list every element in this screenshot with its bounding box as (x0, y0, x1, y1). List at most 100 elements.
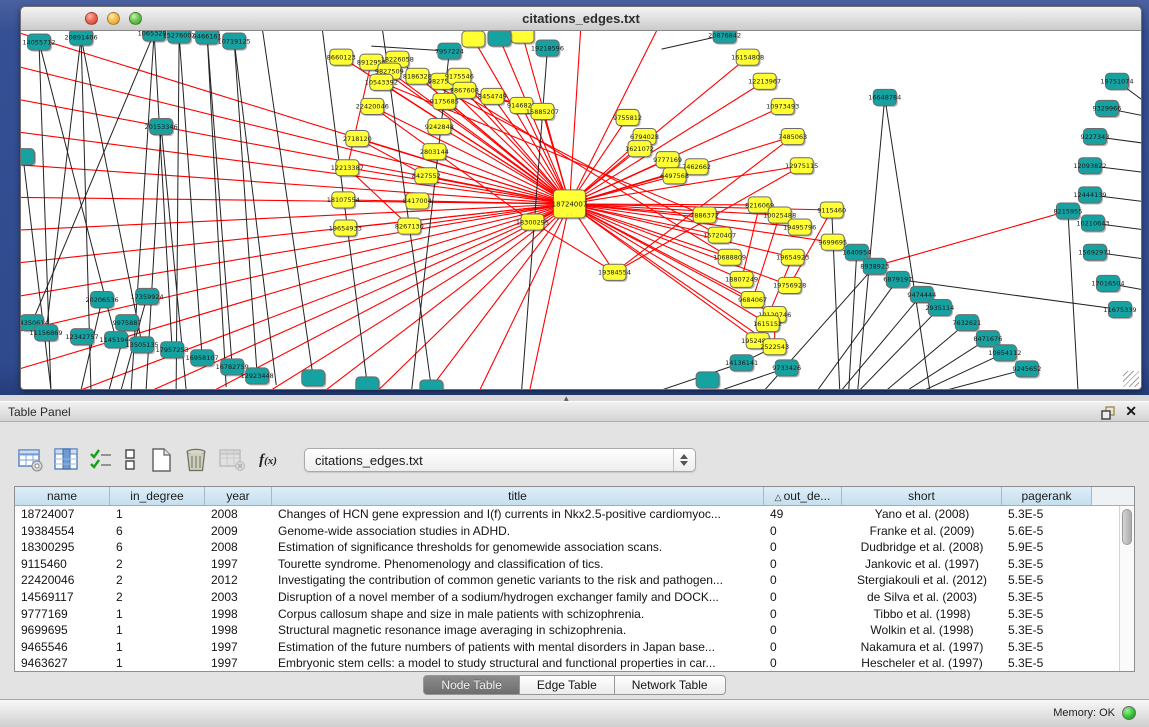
graph-node[interactable]: 11675339 (1103, 302, 1136, 320)
graph-node[interactable]: 9242848 (425, 118, 454, 136)
table-cell[interactable]: 0 (764, 539, 842, 556)
table-cell[interactable]: 1 (110, 622, 205, 639)
column-header-in_degree[interactable]: in_degree (110, 487, 205, 505)
table-row[interactable]: 911546021997Tourette syndrome. Phenomeno… (15, 556, 1119, 573)
graph-node[interactable]: 7886372 (690, 207, 719, 225)
column-header-pagerank[interactable]: pagerank (1002, 487, 1092, 505)
graph-node[interactable]: 7957224 (435, 43, 464, 61)
graph-node[interactable] (302, 370, 327, 388)
table-selector-dropdown[interactable]: citations_edges.txt (304, 448, 696, 472)
graph-node[interactable]: 10719125 (218, 33, 251, 51)
table-cell[interactable]: Estimation of the future numbers of pati… (272, 639, 764, 656)
graph-node[interactable]: 2522543 (760, 339, 789, 357)
graph-node[interactable]: 16648784 (868, 89, 901, 107)
table-cell[interactable]: 9463627 (15, 655, 110, 671)
tab-edge-table[interactable]: Edge Table (520, 675, 615, 695)
graph-node[interactable]: 10654112 (988, 345, 1021, 363)
graph-node[interactable] (420, 380, 445, 389)
graph-node[interactable]: 10210643 (1076, 215, 1109, 233)
graph-node[interactable]: 9227343 (1080, 129, 1109, 147)
graph-node[interactable] (462, 31, 487, 49)
graph-node[interactable]: 9329966 (1092, 100, 1121, 118)
column-header-short[interactable]: short (842, 487, 1002, 505)
graph-node[interactable]: 15692971 (1078, 244, 1111, 262)
column-header-title[interactable]: title (272, 487, 764, 505)
graph-node[interactable]: 17957253 (156, 342, 189, 360)
select-columns-icon[interactable] (51, 445, 81, 475)
column-header-name[interactable]: name (15, 487, 110, 505)
graph-node[interactable]: 9175685 (430, 93, 459, 111)
table-cell[interactable]: 1 (110, 655, 205, 671)
graph-node[interactable]: 19495796 (783, 219, 816, 237)
graph-node[interactable]: 10973493 (766, 98, 799, 116)
graph-node[interactable] (356, 377, 381, 389)
graph-node[interactable]: 19654933 (329, 220, 362, 238)
table-cell[interactable]: Corpus callosum shape and size in male p… (272, 606, 764, 623)
table-cell[interactable]: Disruption of a novel member of a sodium… (272, 589, 764, 606)
graph-node[interactable] (696, 372, 721, 389)
table-cell[interactable]: 5.3E-5 (1002, 589, 1092, 606)
window-titlebar[interactable]: citations_edges.txt (20, 6, 1142, 31)
graph-node[interactable]: 8938923 (860, 258, 889, 276)
graph-node[interactable]: 1615152 (753, 316, 782, 334)
table-row[interactable]: 1938455462009Genome-wide association stu… (15, 523, 1119, 540)
table-cell[interactable]: 2008 (205, 539, 272, 556)
graph-node[interactable]: 7485063 (778, 129, 807, 147)
table-cell[interactable]: Dudbridge et al. (2008) (842, 539, 1002, 556)
graph-node[interactable]: 8417004 (403, 193, 432, 211)
table-cell[interactable]: 49 (764, 506, 842, 523)
table-cell[interactable]: 1997 (205, 556, 272, 573)
table-cell[interactable]: 1 (110, 606, 205, 623)
graph-node[interactable]: 13505135 (126, 337, 159, 355)
table-cell[interactable]: Tourette syndrome. Phenomenology and cla… (272, 556, 764, 573)
graph-node[interactable]: 8660123 (327, 49, 356, 67)
table-cell[interactable]: 5.6E-5 (1002, 523, 1092, 540)
table-cell[interactable]: 19384554 (15, 523, 110, 540)
table-cell[interactable]: 5.3E-5 (1002, 506, 1092, 523)
graph-node[interactable]: 20876842 (708, 31, 741, 45)
table-cell[interactable]: Changes of HCN gene expression and I(f) … (272, 506, 764, 523)
graph-node[interactable]: 12342757 (66, 329, 99, 347)
table-cell[interactable]: Yano et al. (2008) (842, 506, 1002, 523)
graph-node[interactable]: 20153346 (145, 118, 178, 136)
table-cell[interactable]: Estimation of significance thresholds fo… (272, 539, 764, 556)
table-cell[interactable]: 5.3E-5 (1002, 655, 1092, 671)
graph-node[interactable]: 17016504 (1091, 275, 1124, 293)
column-header-year[interactable]: year (205, 487, 272, 505)
table-cell[interactable]: 5.3E-5 (1002, 622, 1092, 639)
function-builder-icon[interactable]: f(x) (251, 445, 285, 475)
table-row[interactable]: 977716911998Corpus callosum shape and si… (15, 606, 1119, 623)
graph-node[interactable]: 22420046 (356, 98, 389, 116)
graph-node[interactable]: 14055712 (22, 34, 55, 52)
table-scrollbar[interactable] (1119, 506, 1134, 671)
graph-node[interactable]: 14136141 (725, 355, 758, 373)
graph-node[interactable]: 9755812 (613, 109, 642, 127)
table-cell[interactable]: 0 (764, 655, 842, 671)
table-cell[interactable]: 2 (110, 556, 205, 573)
column-header-out_de[interactable]: △out_de... (764, 487, 842, 505)
graph-node[interactable] (511, 31, 536, 45)
graph-node[interactable]: 9733426 (772, 360, 801, 378)
graph-node[interactable] (21, 149, 36, 167)
table-cell[interactable]: Wolkin et al. (1998) (842, 622, 1002, 639)
graph-node[interactable]: 8267130 (395, 218, 424, 236)
table-cell[interactable]: 0 (764, 556, 842, 573)
table-cell[interactable]: 5.5E-5 (1002, 572, 1092, 589)
graph-node[interactable]: 9684067 (738, 291, 767, 309)
table-row[interactable]: 946362711997Embryonic stem cells: a mode… (15, 655, 1119, 671)
graph-node[interactable]: 19384554 (598, 264, 631, 282)
graph-node[interactable]: 18724007 (552, 190, 588, 220)
table-cell[interactable]: 14569117 (15, 589, 110, 606)
table-cell[interactable]: 1998 (205, 622, 272, 639)
table-cell[interactable]: 2009 (205, 523, 272, 540)
table-cell[interactable]: Hescheler et al. (1997) (842, 655, 1002, 671)
table-cell[interactable]: Franke et al. (2009) (842, 523, 1002, 540)
table-cell[interactable]: Stergiakouli et al. (2012) (842, 572, 1002, 589)
table-cell[interactable]: 1997 (205, 639, 272, 656)
graph-node[interactable]: 1621072 (625, 141, 654, 159)
table-cell[interactable]: Embryonic stem cells: a model to study s… (272, 655, 764, 671)
graph-node[interactable]: 2935114 (925, 300, 954, 318)
graph-node[interactable]: 6497568 (660, 168, 689, 186)
graph-node[interactable]: 20206536 (86, 291, 119, 309)
graph-node[interactable]: 12093822 (1073, 158, 1106, 176)
